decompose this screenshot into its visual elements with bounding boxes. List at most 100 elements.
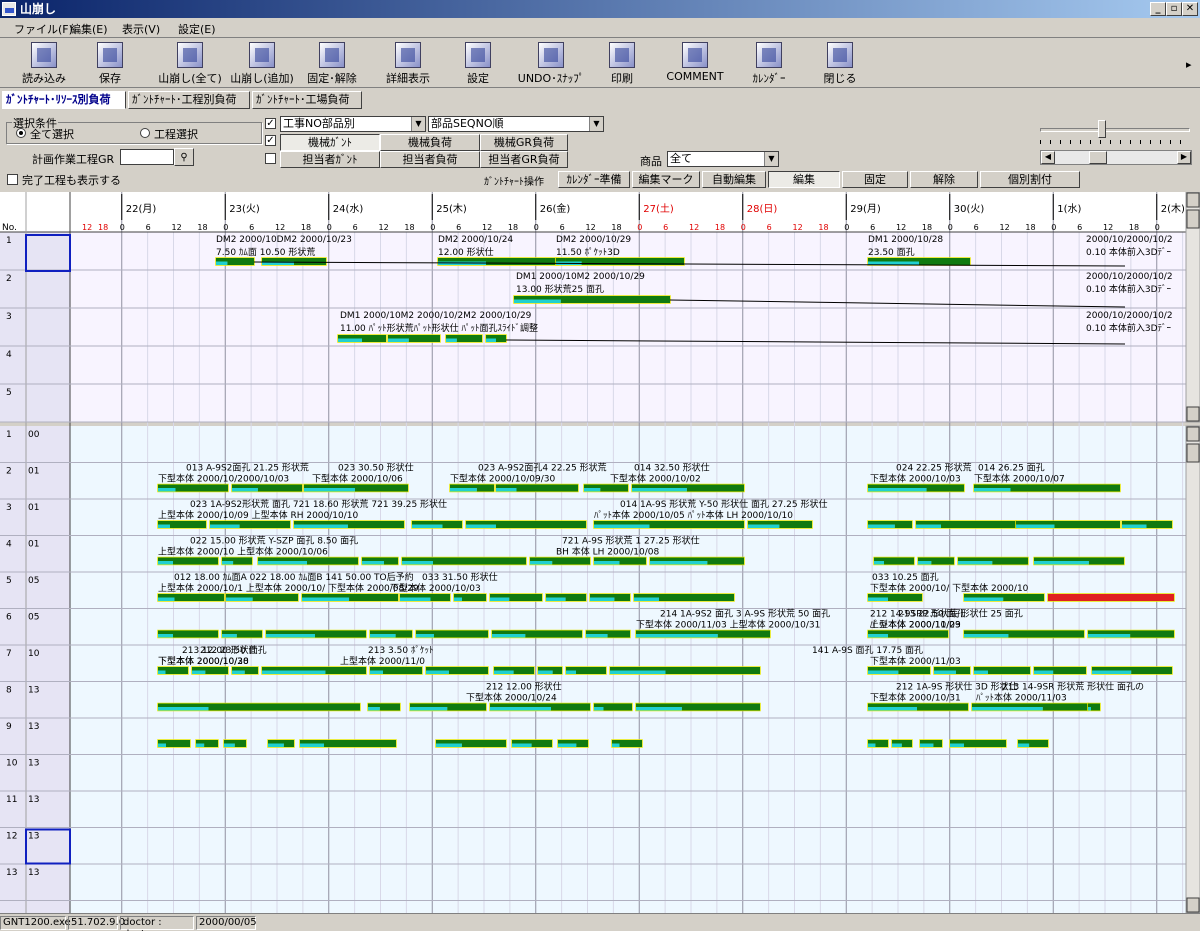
task-bar[interactable]: [262, 258, 326, 262]
close-button[interactable]: ✕: [1182, 2, 1198, 16]
task-bar[interactable]: [426, 667, 488, 671]
task-bar[interactable]: [412, 521, 462, 525]
machine-checkbox[interactable]: ✓: [265, 135, 276, 146]
task-bar[interactable]: [494, 667, 534, 671]
task-bar[interactable]: [634, 594, 734, 598]
gantt-op-button-1[interactable]: 編集マーク: [632, 171, 700, 188]
task-bar[interactable]: [868, 521, 912, 525]
task-bar[interactable]: [594, 521, 744, 525]
task-bar[interactable]: [158, 594, 224, 598]
task-bar[interactable]: [964, 594, 1044, 598]
gantt-op-button-4[interactable]: 固定: [842, 171, 908, 188]
gantt-svg[interactable]: No. 12 1822(月)0 6 12 1823(火)0 6 12 1824(水)0 6 12 18…: [0, 192, 1200, 913]
toolbar-button-5[interactable]: 詳細表示: [380, 42, 436, 86]
task-bar[interactable]: [294, 521, 404, 525]
task-bar[interactable]: [304, 484, 408, 489]
task-bar[interactable]: [454, 594, 486, 598]
toolbar-button-4[interactable]: 固定･解除: [304, 42, 360, 86]
scroll-up-icon[interactable]: [1186, 192, 1200, 208]
menu-edit[interactable]: 編集(E): [70, 21, 108, 37]
task-bar[interactable]: [158, 703, 360, 708]
task-bar[interactable]: [1048, 594, 1174, 601]
task-bar[interactable]: [538, 667, 562, 671]
task-bar[interactable]: [748, 521, 812, 525]
scroll-left-icon[interactable]: ◀: [1041, 151, 1055, 164]
toolbar-button-9[interactable]: COMMENT: [666, 42, 724, 86]
zoom-slider-track[interactable]: [1040, 128, 1190, 132]
task-bar[interactable]: [196, 740, 218, 744]
task-bar[interactable]: [222, 557, 252, 562]
toolbar-button-3[interactable]: 山崩し(追加): [228, 42, 296, 86]
task-bar[interactable]: [416, 630, 488, 635]
task-bar[interactable]: [974, 667, 1030, 671]
zoom-slider-thumb[interactable]: [1098, 120, 1106, 138]
menu-file[interactable]: ファイル(F): [14, 21, 73, 37]
maximize-button[interactable]: ▫: [1166, 2, 1182, 16]
task-bar[interactable]: [950, 740, 1006, 744]
machine-load-button[interactable]: 機械負荷: [380, 134, 480, 151]
task-bar[interactable]: [546, 594, 586, 598]
tab-process-load[interactable]: ｶﾞﾝﾄﾁｬｰﾄ･工程別負荷: [128, 91, 250, 109]
task-bar[interactable]: [216, 258, 254, 262]
person-gr-load-button[interactable]: 担当者GR負荷: [480, 151, 568, 168]
gantt-op-button-6[interactable]: 個別割付: [980, 171, 1080, 188]
task-bar[interactable]: [158, 630, 218, 635]
machine-gantt-button[interactable]: 機械ｶﾞﾝﾄ: [280, 134, 380, 151]
task-bar[interactable]: [410, 703, 486, 708]
tab-factory-load[interactable]: ｶﾞﾝﾄﾁｬｰﾄ･工場負荷: [252, 91, 362, 109]
task-bar[interactable]: [438, 258, 558, 262]
scroll-thumb[interactable]: [1186, 443, 1200, 463]
task-bar[interactable]: [556, 258, 684, 262]
task-bar[interactable]: [446, 335, 482, 339]
scroll-thumb[interactable]: [1089, 151, 1107, 164]
scroll-right-icon[interactable]: ▶: [1177, 151, 1191, 164]
show-done-checkbox[interactable]: [7, 174, 18, 185]
task-bar[interactable]: [632, 484, 744, 489]
task-bar[interactable]: [1034, 667, 1086, 671]
task-bar[interactable]: [400, 594, 450, 598]
task-bar[interactable]: [232, 484, 302, 489]
task-bar[interactable]: [958, 557, 1028, 562]
task-bar[interactable]: [490, 594, 542, 598]
scroll-up-icon[interactable]: [1186, 426, 1200, 442]
toolbar-button-8[interactable]: 印刷: [602, 42, 642, 86]
task-bar[interactable]: [232, 667, 258, 671]
task-bar[interactable]: [370, 667, 422, 671]
task-bar[interactable]: [368, 703, 400, 708]
toolbar-button-1[interactable]: 保存: [92, 42, 128, 86]
task-bar[interactable]: [224, 740, 246, 744]
scroll-down-icon[interactable]: [1186, 897, 1200, 913]
sort-select-2[interactable]: 部品SEQNO順 ▼: [428, 116, 604, 132]
tab-resource-load[interactable]: ｶﾞﾝﾄﾁｬｰﾄ･ﾘｿｰｽ別負荷: [2, 91, 126, 109]
toolbar-button-0[interactable]: 読み込み: [18, 42, 70, 86]
gantt-op-button-3[interactable]: 編集: [768, 171, 840, 188]
radio-all[interactable]: [16, 128, 26, 138]
task-bar[interactable]: [892, 740, 912, 744]
sort-checkbox[interactable]: ✓: [265, 118, 276, 129]
task-bar[interactable]: [868, 703, 968, 708]
gantt-op-button-2[interactable]: 自動編集: [702, 171, 766, 188]
scroll-down-icon[interactable]: [1186, 406, 1200, 422]
task-bar[interactable]: [1092, 667, 1172, 671]
task-bar[interactable]: [650, 557, 744, 562]
task-bar[interactable]: [974, 484, 1120, 489]
task-bar[interactable]: [266, 630, 366, 635]
task-bar[interactable]: [636, 703, 760, 708]
task-bar[interactable]: [586, 630, 630, 635]
machine-gr-load-button[interactable]: 機械GR負荷: [480, 134, 568, 151]
task-bar[interactable]: [158, 521, 206, 525]
task-bar[interactable]: [1016, 521, 1120, 525]
task-bar[interactable]: [868, 630, 948, 635]
task-bar[interactable]: [222, 630, 262, 635]
task-bar[interactable]: [868, 594, 922, 598]
toolbar-button-7[interactable]: UNDO･ｽﾅｯﾌﾟ: [516, 42, 586, 86]
task-bar[interactable]: [226, 594, 298, 598]
task-bar[interactable]: [490, 703, 590, 708]
search-button[interactable]: ⚲: [174, 148, 194, 166]
toolbar-button-2[interactable]: 山崩し(全て): [156, 42, 224, 86]
toolbar-overflow-icon[interactable]: ▸: [1186, 58, 1192, 71]
task-bar[interactable]: [558, 740, 588, 744]
task-bar[interactable]: [388, 335, 440, 339]
task-bar[interactable]: [918, 557, 954, 562]
task-bar[interactable]: [492, 630, 582, 635]
